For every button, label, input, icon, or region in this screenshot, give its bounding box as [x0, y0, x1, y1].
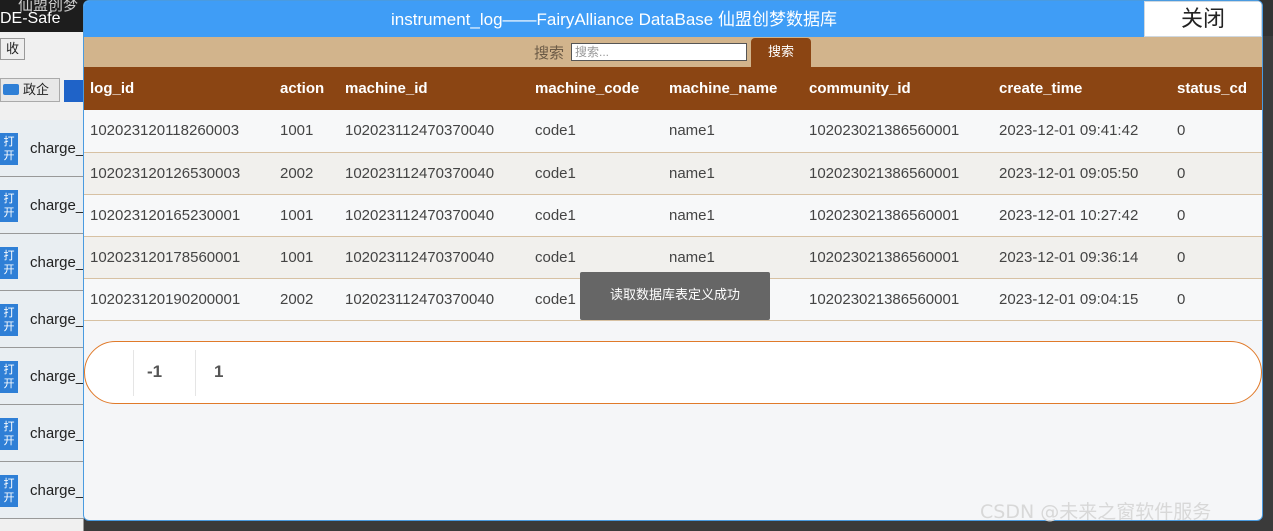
- background-list-item-label: charge_: [30, 425, 85, 442]
- table-cell: 102023021386560001: [803, 194, 993, 237]
- modal-title: instrument_log——FairyAlliance DataBase 仙…: [391, 10, 837, 29]
- background-list-item-label: charge_: [30, 368, 85, 385]
- table-cell: 2023-12-01 09:36:14: [993, 236, 1171, 279]
- table-cell: code1: [529, 110, 663, 153]
- table-cell: 2023-12-01 09:41:42: [993, 110, 1171, 153]
- table-cell: code1: [529, 194, 663, 237]
- column-header[interactable]: create_time: [993, 67, 1171, 110]
- page-link-current[interactable]: 1: [214, 362, 223, 382]
- background-tab[interactable]: [64, 80, 84, 102]
- open-button[interactable]: 打开: [0, 475, 18, 507]
- folder-label: 政企: [23, 82, 50, 97]
- background-list-item: 打开 charge_: [0, 348, 84, 405]
- folder-icon: [3, 84, 19, 95]
- pagination-divider: [133, 350, 134, 396]
- background-list-item-label: charge_: [30, 254, 85, 271]
- open-button[interactable]: 打开: [0, 190, 18, 222]
- table-cell: 102023021386560001: [803, 152, 993, 195]
- table-cell: 2023-12-01 09:04:15: [993, 278, 1171, 321]
- search-bar: 搜索 搜索: [84, 37, 1262, 67]
- table-row[interactable]: 102023120118260003 1001 1020231124703700…: [84, 110, 1262, 153]
- table-cell: 102023112470370040: [339, 110, 529, 153]
- background-list-item-label: charge_: [30, 197, 85, 214]
- csdn-watermark: CSDN @未来之窗软件服务: [980, 501, 1212, 523]
- background-list-item: 打开 charge_: [0, 234, 84, 291]
- open-button[interactable]: 打开: [0, 133, 18, 165]
- table-cell: name1: [663, 194, 803, 237]
- table-cell: 2023-12-01 09:05:50: [993, 152, 1171, 195]
- open-button[interactable]: 打开: [0, 247, 18, 279]
- column-header[interactable]: machine_name: [663, 67, 803, 110]
- column-header[interactable]: machine_code: [529, 67, 663, 110]
- table-row[interactable]: 102023120165230001 1001 1020231124703700…: [84, 194, 1262, 237]
- table-cell: 102023120118260003: [84, 110, 274, 153]
- toast-message: 读取数据库表定义成功: [580, 272, 770, 320]
- page-link-prev[interactable]: -1: [147, 362, 162, 382]
- search-label: 搜索: [534, 44, 565, 62]
- table-cell: 0: [1171, 278, 1262, 321]
- table-cell: 102023112470370040: [339, 152, 529, 195]
- modal-title-bar: instrument_log——FairyAlliance DataBase 仙…: [84, 1, 1262, 37]
- database-modal: instrument_log——FairyAlliance DataBase 仙…: [83, 0, 1263, 521]
- open-button[interactable]: 打开: [0, 418, 18, 450]
- background-safe-label: DE-Safe: [0, 10, 61, 27]
- table-cell: 102023120190200001: [84, 278, 274, 321]
- column-header[interactable]: community_id: [803, 67, 993, 110]
- table-cell: 102023120126530003: [84, 152, 274, 195]
- table-cell: 0: [1171, 236, 1262, 279]
- table-cell: name1: [663, 110, 803, 153]
- table-cell: 102023112470370040: [339, 236, 529, 279]
- table-cell: 102023120165230001: [84, 194, 274, 237]
- background-header: 仙盟创梦 DE-Safe: [0, 0, 90, 36]
- open-button[interactable]: 打开: [0, 304, 18, 336]
- column-header[interactable]: action: [274, 67, 339, 110]
- background-right-strip: [1262, 36, 1273, 531]
- table-row[interactable]: 102023120126530003 2002 1020231124703700…: [84, 152, 1262, 195]
- column-header[interactable]: log_id: [84, 67, 274, 110]
- pagination: -1 1: [84, 341, 1262, 404]
- table-cell: 102023112470370040: [339, 194, 529, 237]
- table-cell: 2002: [274, 278, 339, 321]
- background-list-item: 打开 charge_: [0, 177, 84, 234]
- column-header[interactable]: machine_id: [339, 67, 529, 110]
- table-header-row: log_id action machine_id machine_code ma…: [84, 67, 1262, 110]
- background-list-item-label: charge_: [30, 311, 85, 328]
- close-button[interactable]: 关闭: [1144, 1, 1262, 37]
- search-button[interactable]: 搜索: [751, 38, 811, 67]
- table-cell: 1001: [274, 194, 339, 237]
- table-cell: 1001: [274, 236, 339, 279]
- background-list-item: 打开 charge_: [0, 405, 84, 462]
- table-cell: 102023120178560001: [84, 236, 274, 279]
- table-cell: 102023021386560001: [803, 278, 993, 321]
- background-list-item-label: charge_: [30, 140, 85, 157]
- background-list-item-label: charge_: [30, 482, 85, 499]
- search-input[interactable]: [571, 43, 747, 61]
- table-cell: 102023021386560001: [803, 236, 993, 279]
- folder-tab-zhengqi[interactable]: 政企: [0, 78, 60, 102]
- table-cell: 1001: [274, 110, 339, 153]
- column-header[interactable]: status_cd: [1171, 67, 1262, 110]
- background-list-item: 打开 charge_: [0, 462, 84, 519]
- table-cell: 102023112470370040: [339, 278, 529, 321]
- table-cell: 0: [1171, 110, 1262, 153]
- background-list-item: 打开 charge_: [0, 291, 84, 348]
- collapse-button[interactable]: 收: [0, 38, 25, 60]
- background-list-item: 打开 charge_: [0, 120, 84, 177]
- open-button[interactable]: 打开: [0, 361, 18, 393]
- table-cell: 102023021386560001: [803, 110, 993, 153]
- table-cell: 0: [1171, 152, 1262, 195]
- pagination-divider: [195, 350, 196, 396]
- table-cell: name1: [663, 152, 803, 195]
- table-cell: code1: [529, 152, 663, 195]
- table-cell: 2002: [274, 152, 339, 195]
- table-cell: 0: [1171, 194, 1262, 237]
- table-cell: 2023-12-01 10:27:42: [993, 194, 1171, 237]
